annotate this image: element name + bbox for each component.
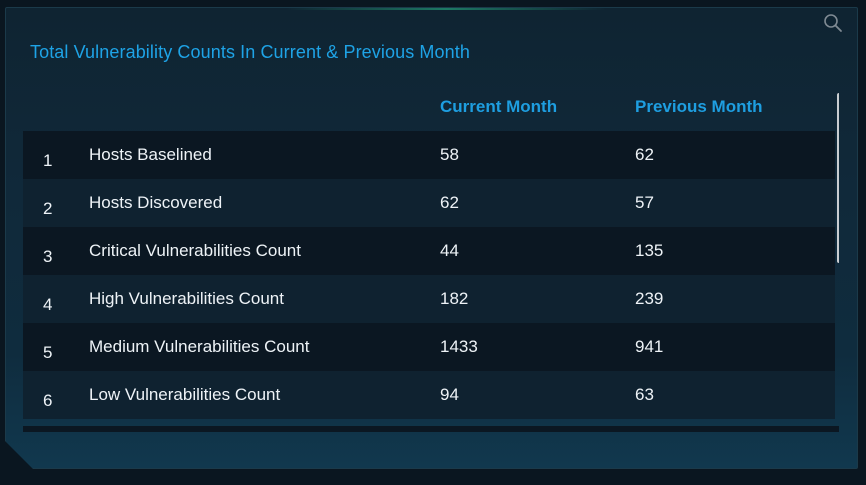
table-bottom-edge xyxy=(23,426,839,432)
vulnerability-table: Current Month Previous Month 1 Hosts Bas… xyxy=(23,91,839,426)
row-number: 2 xyxy=(43,199,53,218)
row-previous-value: 941 xyxy=(635,337,664,356)
row-current-value: 1433 xyxy=(440,337,478,356)
row-metric-name: Critical Vulnerabilities Count xyxy=(89,241,301,260)
table-scrollbar-thumb[interactable] xyxy=(837,93,839,263)
column-header-current-month[interactable]: Current Month xyxy=(440,97,557,117)
row-previous-value: 57 xyxy=(635,193,654,212)
table-row[interactable]: 3 Critical Vulnerabilities Count 44 135 xyxy=(23,227,835,275)
row-previous-value: 135 xyxy=(635,241,664,260)
table-row[interactable]: 2 Hosts Discovered 62 57 xyxy=(23,179,835,227)
table-row[interactable]: 1 Hosts Baselined 58 62 xyxy=(23,131,835,179)
row-current-value: 182 xyxy=(440,289,469,308)
row-metric-name: Medium Vulnerabilities Count xyxy=(89,337,310,356)
row-metric-name: Low Vulnerabilities Count xyxy=(89,385,281,404)
row-current-value: 94 xyxy=(440,385,459,404)
row-previous-value: 62 xyxy=(635,145,654,164)
row-number: 5 xyxy=(43,343,53,362)
table-header-row: Current Month Previous Month xyxy=(23,91,835,131)
row-number: 1 xyxy=(43,151,53,170)
search-icon[interactable] xyxy=(823,13,843,33)
row-number: 3 xyxy=(43,247,53,266)
row-previous-value: 239 xyxy=(635,289,664,308)
table-row[interactable]: 6 Low Vulnerabilities Count 94 63 xyxy=(23,371,835,419)
row-metric-name: Hosts Discovered xyxy=(89,193,223,212)
row-number: 4 xyxy=(43,295,53,314)
row-current-value: 44 xyxy=(440,241,459,260)
panel-top-glow xyxy=(286,8,606,10)
row-number: 6 xyxy=(43,391,53,410)
row-metric-name: High Vulnerabilities Count xyxy=(89,289,284,308)
table-row[interactable]: 4 High Vulnerabilities Count 182 239 xyxy=(23,275,835,323)
vulnerability-panel: Total Vulnerability Counts In Current & … xyxy=(5,7,858,469)
row-current-value: 58 xyxy=(440,145,459,164)
row-metric-name: Hosts Baselined xyxy=(89,145,212,164)
row-previous-value: 63 xyxy=(635,385,654,404)
column-header-previous-month[interactable]: Previous Month xyxy=(635,97,763,117)
panel-title: Total Vulnerability Counts In Current & … xyxy=(30,42,470,62)
row-current-value: 62 xyxy=(440,193,459,212)
table-row[interactable]: 5 Medium Vulnerabilities Count 1433 941 xyxy=(23,323,835,371)
